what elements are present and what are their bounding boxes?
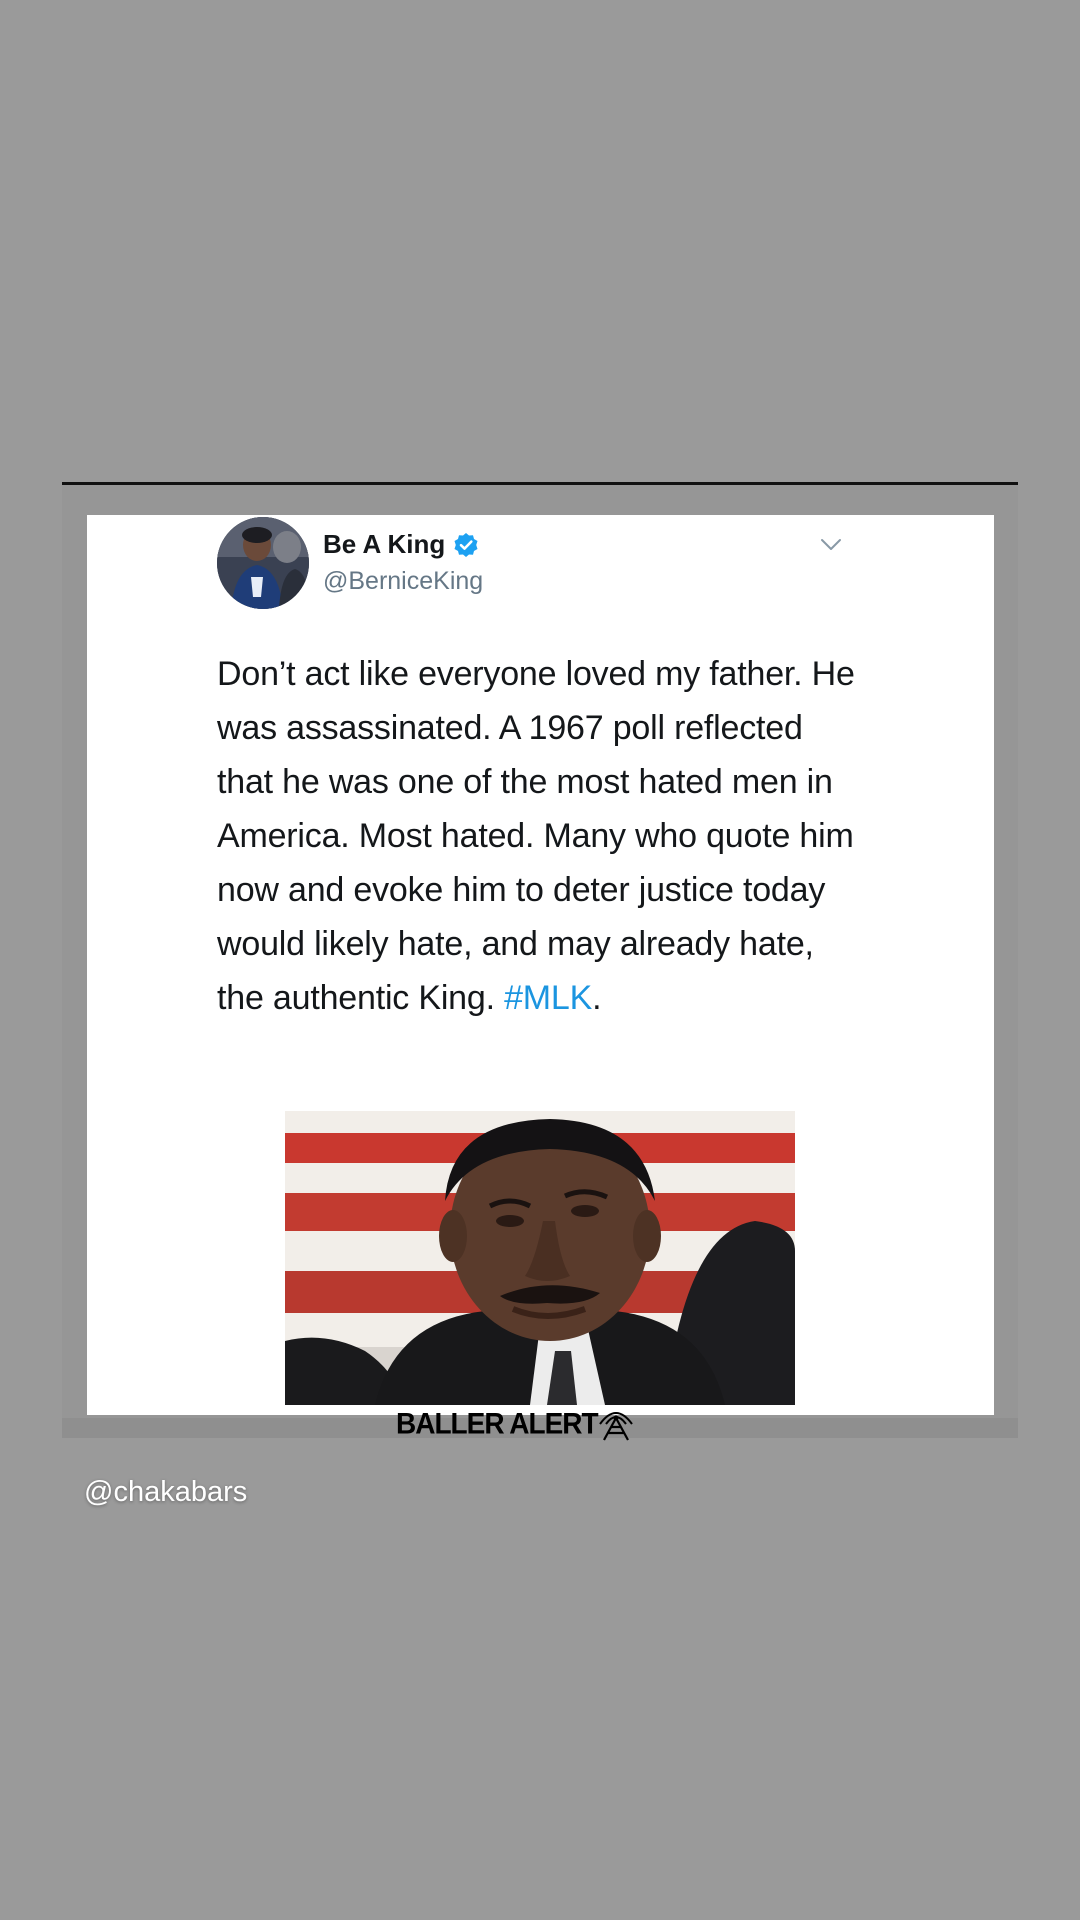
- portrait-photo: [285, 1111, 795, 1405]
- broadcast-tower-icon: [598, 1412, 633, 1441]
- tweet-trailing-text: .: [592, 979, 602, 1017]
- mention-sticker[interactable]: @chakabars: [84, 1476, 247, 1509]
- tweet-card[interactable]: Be A King @BerniceKing Don’t act like ev…: [87, 515, 994, 1415]
- tweet-photo[interactable]: [285, 1111, 795, 1405]
- author-handle[interactable]: @BerniceKing: [323, 567, 483, 596]
- verified-badge-icon: [454, 532, 478, 557]
- tweet-text: Don’t act like everyone loved my father.…: [217, 647, 857, 1025]
- tweet-body-text: Don’t act like everyone loved my father.…: [217, 655, 855, 1017]
- author-name-row[interactable]: Be A King: [323, 529, 479, 560]
- author-display-name[interactable]: Be A King: [323, 529, 445, 560]
- hashtag-link[interactable]: #MLK: [504, 979, 592, 1017]
- watermark-text: BALLER ALERT: [396, 1407, 599, 1440]
- avatar-image: [217, 517, 309, 609]
- chevron-down-icon[interactable]: [819, 535, 843, 553]
- watermark: BALLER ALERT: [396, 1406, 640, 1442]
- avatar[interactable]: [217, 517, 309, 609]
- frame-top-divider: [62, 482, 1018, 485]
